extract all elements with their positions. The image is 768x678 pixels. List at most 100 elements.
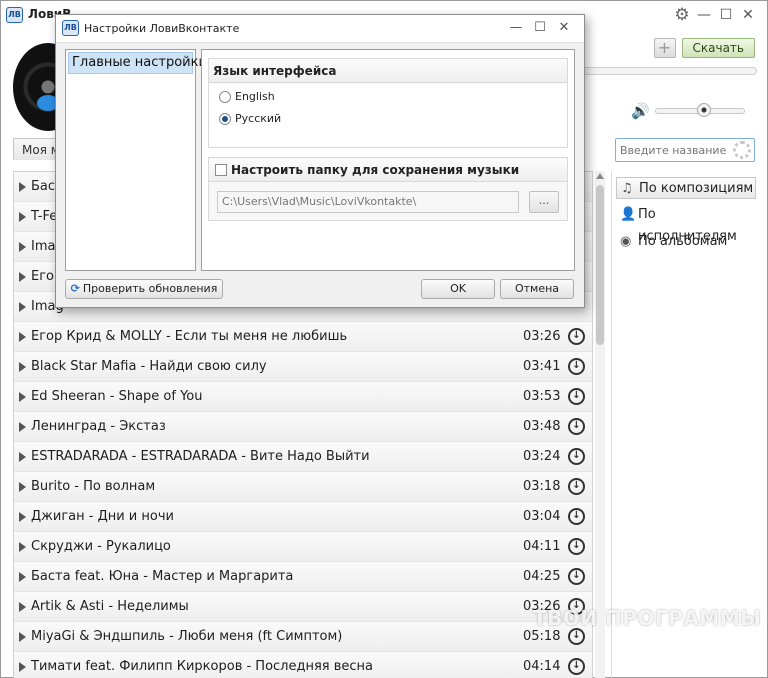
- language-group: Язык интерфейса English Русский: [208, 58, 568, 148]
- play-triangle-icon[interactable]: [19, 662, 26, 672]
- track-row[interactable]: Тимати feat. Филипп Киркоров - Последняя…: [14, 652, 592, 678]
- download-arrow-icon[interactable]: ↓: [568, 418, 585, 435]
- add-button[interactable]: +: [653, 38, 676, 58]
- download-arrow-icon[interactable]: ↓: [568, 568, 585, 585]
- download-arrow-icon[interactable]: ↓: [568, 358, 585, 375]
- volume-control: 🔊: [631, 102, 751, 120]
- gear-icon[interactable]: ⚙: [671, 5, 693, 25]
- track-row[interactable]: Баста feat. Юна - Мастер и Маргарита 04:2…: [14, 562, 592, 592]
- radio-english[interactable]: English: [219, 88, 275, 106]
- close-icon[interactable]: ✕: [737, 5, 759, 25]
- track-title: Artik & Asti - Неделимы: [31, 599, 189, 614]
- download-arrow-icon[interactable]: ↓: [568, 538, 585, 555]
- person-icon: 👤: [620, 207, 637, 222]
- settings-content: Язык интерфейса English Русский Настроит…: [201, 49, 575, 271]
- track-row[interactable]: Ленинград - Экстаз 03:48 ↓: [14, 412, 592, 442]
- check-updates-button[interactable]: ⟳ Проверить обновления: [65, 279, 223, 299]
- check-updates-label: Проверить обновления: [82, 282, 218, 295]
- track-row[interactable]: Скруджи - Рукалицо 04:11 ↓: [14, 532, 592, 562]
- filter-label: По альбомам: [638, 234, 728, 249]
- radio-label: Русский: [235, 112, 282, 125]
- track-title: Баста feat. Юна - Мастер и Маргарита: [31, 569, 294, 584]
- filter-by-tracks[interactable]: ♫ По композициям: [616, 177, 756, 199]
- app-logo-icon: ЛВ: [62, 20, 79, 36]
- track-duration: 03:41: [523, 359, 561, 374]
- top-actions: + Скачать: [653, 38, 755, 58]
- play-triangle-icon[interactable]: [19, 542, 26, 552]
- play-triangle-icon[interactable]: [19, 452, 26, 462]
- minimize-icon[interactable]: —: [693, 5, 715, 25]
- search-box: [615, 138, 755, 162]
- radio-label: English: [235, 90, 275, 103]
- settings-nav: Главные настройки: [65, 49, 207, 271]
- track-title: Джиган - Дни и ночи: [31, 509, 174, 524]
- download-arrow-icon[interactable]: ↓: [568, 328, 585, 345]
- filter-panel: ♫ По композициям 👤 По исполнителям ◉ По …: [611, 171, 761, 678]
- play-triangle-icon[interactable]: [19, 182, 26, 192]
- play-triangle-icon[interactable]: [19, 512, 26, 522]
- minimize-icon[interactable]: —: [504, 18, 528, 38]
- download-arrow-icon[interactable]: ↓: [568, 508, 585, 525]
- track-row[interactable]: MiyaGi & Эндшпиль - Люби меня (ft Симпто…: [14, 622, 592, 652]
- download-arrow-icon[interactable]: ↓: [568, 478, 585, 495]
- playback-progress-bar[interactable]: [581, 67, 757, 75]
- nav-item-main-settings[interactable]: Главные настройки: [68, 52, 207, 74]
- track-title: Black Star Mafia - Найди свою силу: [31, 359, 267, 374]
- track-row[interactable]: Burito - По волнам 03:18 ↓: [14, 472, 592, 502]
- close-icon[interactable]: ✕: [552, 18, 576, 38]
- ok-button[interactable]: OK: [421, 279, 495, 299]
- download-arrow-icon[interactable]: ↓: [568, 628, 585, 645]
- music-folder-path-field[interactable]: C:\Users\Vlad\Music\LoviVkontakte\: [217, 191, 519, 213]
- loading-spinner-icon: [733, 141, 751, 159]
- scroll-up-arrow-icon[interactable]: [596, 173, 604, 179]
- track-title: Ed Sheeran - Shape of You: [31, 389, 203, 404]
- play-triangle-icon[interactable]: [19, 482, 26, 492]
- play-triangle-icon[interactable]: [19, 332, 26, 342]
- track-row[interactable]: Black Star Mafia - Найди свою силу 03:41 ↓: [14, 352, 592, 382]
- track-duration: 04:25: [523, 569, 561, 584]
- track-row[interactable]: Джиган - Дни и ночи 03:04 ↓: [14, 502, 592, 532]
- cancel-button[interactable]: Отмена: [500, 279, 574, 299]
- radio-button[interactable]: [219, 91, 231, 103]
- language-group-title: Язык интерфейса: [209, 59, 567, 83]
- filter-by-artists[interactable]: 👤 По исполнителям: [616, 204, 756, 244]
- play-triangle-icon[interactable]: [19, 422, 26, 432]
- track-list-scrollbar[interactable]: [595, 171, 605, 678]
- window-controls: ⚙ — ☐ ✕: [671, 5, 759, 25]
- play-triangle-icon[interactable]: [19, 302, 26, 312]
- download-arrow-icon[interactable]: ↓: [568, 658, 585, 675]
- track-row[interactable]: Artik & Asti - Неделимы 03:26 ↓: [14, 592, 592, 622]
- download-arrow-icon[interactable]: ↓: [568, 388, 585, 405]
- disc-icon: ◉: [620, 234, 632, 249]
- browse-folder-button[interactable]: ...: [529, 191, 559, 213]
- play-triangle-icon[interactable]: [19, 392, 26, 402]
- custom-folder-checkbox[interactable]: [215, 164, 227, 176]
- track-row[interactable]: ESTRADARADA - ESTRADARADA - Вите Надо Вы…: [14, 442, 592, 472]
- speaker-icon[interactable]: 🔊: [631, 102, 650, 120]
- dialog-titlebar: ЛВ Настройки ЛовиВконтакте — ☐ ✕: [56, 15, 584, 43]
- language-group-body: English Русский: [209, 84, 567, 147]
- track-title: Егор Крид & MOLLY - Если ты меня не люби…: [31, 329, 348, 344]
- play-triangle-icon[interactable]: [19, 242, 26, 252]
- play-triangle-icon[interactable]: [19, 632, 26, 642]
- volume-slider-handle[interactable]: [697, 103, 711, 117]
- app-logo-icon: ЛВ: [6, 7, 23, 23]
- play-triangle-icon[interactable]: [19, 362, 26, 372]
- radio-russian[interactable]: Русский: [219, 110, 281, 128]
- search-input[interactable]: [620, 142, 730, 158]
- download-arrow-icon[interactable]: ↓: [568, 448, 585, 465]
- maximize-icon[interactable]: ☐: [528, 18, 552, 38]
- track-row[interactable]: Егор Крид & MOLLY - Если ты меня не люби…: [14, 322, 592, 352]
- filter-by-albums[interactable]: ◉ По альбомам: [616, 231, 756, 253]
- radio-button-selected[interactable]: [219, 113, 231, 125]
- download-button[interactable]: Скачать: [681, 38, 755, 58]
- play-triangle-icon[interactable]: [19, 272, 26, 282]
- play-triangle-icon[interactable]: [19, 212, 26, 222]
- track-row[interactable]: Ed Sheeran - Shape of You 03:53 ↓: [14, 382, 592, 412]
- play-triangle-icon[interactable]: [19, 572, 26, 582]
- maximize-icon[interactable]: ☐: [715, 5, 737, 25]
- play-triangle-icon[interactable]: [19, 602, 26, 612]
- track-title: Burito - По волнам: [31, 479, 156, 494]
- scrollbar-thumb[interactable]: [596, 185, 604, 345]
- track-title: ESTRADARADA - ESTRADARADA - Вите Надо Вы…: [31, 449, 370, 464]
